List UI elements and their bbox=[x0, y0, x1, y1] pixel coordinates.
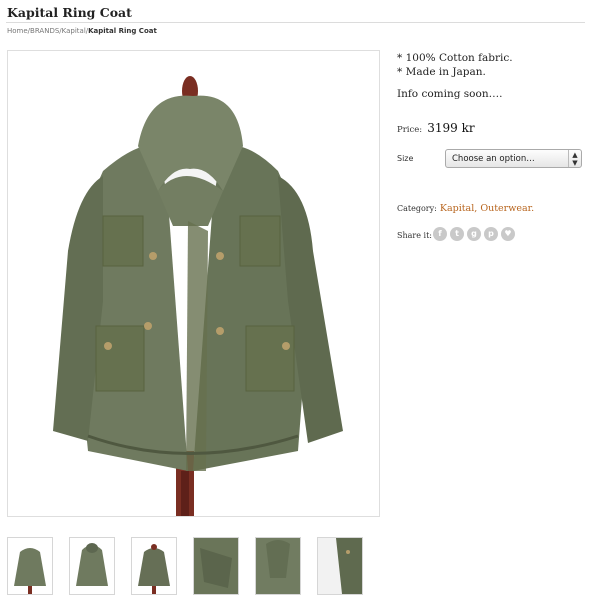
page-title: Kapital Ring Coat bbox=[7, 5, 132, 20]
description-line: * 100% Cotton fabric. bbox=[397, 52, 513, 64]
description-line: * Made in Japan. bbox=[397, 66, 486, 78]
facebook-icon[interactable]: f bbox=[433, 227, 447, 241]
breadcrumb-current: Kapital Ring Coat bbox=[88, 27, 157, 35]
breadcrumb-kapital[interactable]: Kapital bbox=[62, 27, 86, 35]
thumbnail-1[interactable] bbox=[7, 537, 53, 595]
category-label: Category: bbox=[397, 204, 437, 213]
breadcrumb-brands[interactable]: BRANDS bbox=[30, 27, 59, 35]
category-link-outerwear[interactable]: Outerwear bbox=[480, 203, 531, 214]
thumbnail-4[interactable] bbox=[193, 537, 239, 595]
heart-icon[interactable]: ♥ bbox=[501, 227, 515, 241]
thumbnail-5[interactable] bbox=[255, 537, 301, 595]
product-info: * 100% Cotton fabric. * Made in Japan. I… bbox=[397, 51, 583, 241]
size-select[interactable]: Choose an option… ▲ ▼ bbox=[445, 149, 582, 168]
size-label: Size bbox=[397, 154, 414, 163]
title-divider bbox=[6, 22, 585, 23]
share-row: Share it: f t g p ♥ bbox=[397, 227, 583, 243]
twitter-icon[interactable]: t bbox=[450, 227, 464, 241]
size-row: Size Choose an option… ▲ ▼ bbox=[397, 149, 583, 169]
breadcrumb-home[interactable]: Home bbox=[7, 27, 28, 35]
category-row: Category: Kapital, Outerwear. bbox=[397, 203, 535, 214]
price-label: Price: bbox=[397, 125, 423, 135]
product-main-image[interactable] bbox=[7, 50, 380, 517]
thumbnail-6[interactable] bbox=[317, 537, 363, 595]
price-value: 3199 kr bbox=[427, 121, 475, 135]
thumbnail-2[interactable] bbox=[69, 537, 115, 595]
pinterest-icon[interactable]: p bbox=[484, 227, 498, 241]
category-link-kapital[interactable]: Kapital bbox=[440, 203, 474, 214]
share-label: Share it: bbox=[397, 231, 432, 240]
select-arrows-icon: ▲ ▼ bbox=[568, 150, 581, 167]
google-plus-icon[interactable]: g bbox=[467, 227, 481, 241]
price-row: Price: 3199 kr bbox=[397, 117, 475, 136]
thumbnail-3[interactable] bbox=[131, 537, 177, 595]
size-select-value: Choose an option… bbox=[452, 154, 535, 164]
breadcrumb: Home/BRANDS/Kapital/Kapital Ring Coat bbox=[7, 27, 157, 35]
info-note: Info coming soon…. bbox=[397, 88, 503, 100]
coat-illustration bbox=[53, 76, 343, 516]
